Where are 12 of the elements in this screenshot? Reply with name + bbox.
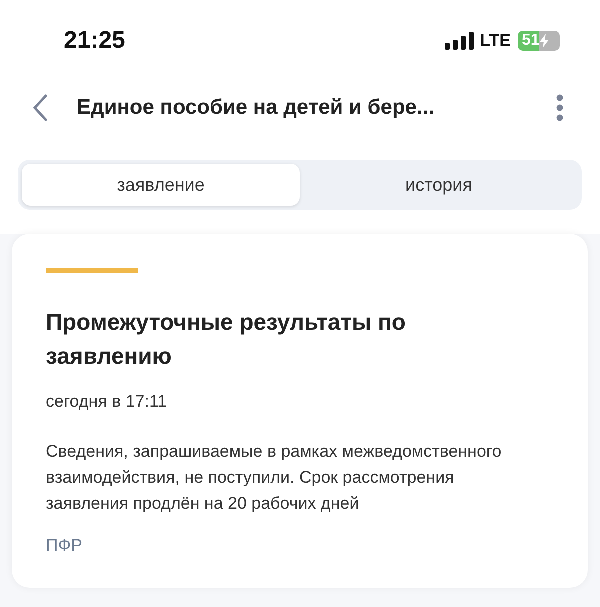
network-label: LTE — [480, 30, 511, 52]
page-title: Единое пособие на детей и бере... — [77, 95, 434, 122]
signal-icon — [445, 32, 476, 50]
card-source: ПФР — [46, 534, 84, 556]
card-title: Промежуточные результаты по заявлению — [46, 308, 407, 371]
card-text: Сведения, запрашиваемые в рамках межведомственного взаимодействия, не поступили. Срок рассмотрения заявления продлён на 20 рабочих дней — [46, 440, 503, 514]
card-date: сегодня в 17:11 — [46, 391, 168, 413]
tab[interactable]: история — [300, 164, 578, 206]
tab[interactable]: заявление — [22, 164, 300, 206]
clock-time: 21:25 — [64, 26, 126, 56]
more-icon[interactable] — [556, 94, 564, 122]
battery-icon: 51 — [518, 31, 560, 51]
